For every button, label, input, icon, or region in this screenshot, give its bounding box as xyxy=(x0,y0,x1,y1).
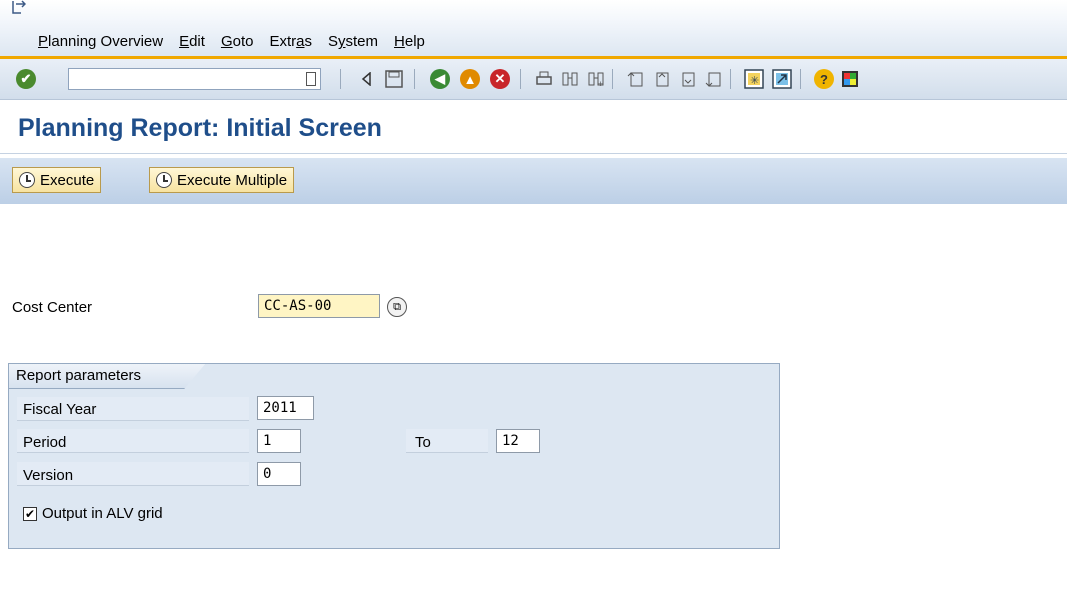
command-field[interactable] xyxy=(68,68,321,90)
enter-icon[interactable]: ✔ xyxy=(14,67,38,91)
exit-icon[interactable]: ▲ xyxy=(458,67,482,91)
help-icon[interactable]: ? xyxy=(812,67,836,91)
menu-help[interactable]: Help xyxy=(386,33,433,50)
execute-multiple-label: Execute Multiple xyxy=(177,171,288,189)
back-arrow-icon[interactable] xyxy=(354,67,378,91)
find-next-icon[interactable]: + xyxy=(584,67,608,91)
shortcut-icon[interactable] xyxy=(770,67,794,91)
execute-label: Execute xyxy=(40,171,95,189)
cancel-icon[interactable]: ✕ xyxy=(488,67,512,91)
back-icon[interactable]: ◀ xyxy=(428,67,452,91)
command-history-icon[interactable] xyxy=(306,72,316,86)
fiscal-year-label: Fiscal Year xyxy=(23,401,97,418)
execute-button[interactable]: Execute xyxy=(12,167,102,193)
menu-goto[interactable]: Goto xyxy=(213,33,262,50)
first-page-icon[interactable] xyxy=(624,67,648,91)
layout-menu-icon[interactable] xyxy=(838,67,862,91)
group-title: Report parameters xyxy=(8,363,206,389)
period-to-input[interactable]: 12 xyxy=(496,429,540,453)
toolbar-separator xyxy=(340,69,341,89)
title-divider xyxy=(0,153,1067,154)
alv-output-checkbox[interactable]: ✔ xyxy=(23,506,37,521)
fiscal-year-input[interactable]: 2011 xyxy=(257,396,314,420)
alv-output-option: ✔ Output in ALV grid xyxy=(23,505,163,522)
print-icon[interactable] xyxy=(532,67,556,91)
period-from-input[interactable]: 1 xyxy=(257,429,301,453)
cost-center-input[interactable]: CC-AS-00 xyxy=(258,294,380,318)
cost-center-label: Cost Center xyxy=(12,299,93,316)
next-page-icon[interactable] xyxy=(676,67,700,91)
match-code-icon[interactable]: ⧉ xyxy=(387,297,407,317)
toolbar-separator xyxy=(612,69,613,89)
save-icon[interactable] xyxy=(382,67,406,91)
version-label: Version xyxy=(23,467,74,484)
svg-text:+: + xyxy=(598,79,603,88)
menu-planning-overview[interactable]: Planning Overview xyxy=(30,33,171,50)
svg-text:✳: ✳ xyxy=(750,75,759,87)
execute-multiple-button[interactable]: Execute Multiple xyxy=(149,167,295,193)
toolbar-separator xyxy=(730,69,731,89)
menu-edit[interactable]: Edit xyxy=(171,33,213,50)
menu-entry-icon[interactable] xyxy=(12,0,27,14)
standard-toolbar: ✔ ◀ ▲ ✕ + ✳ ? xyxy=(0,59,1067,100)
page-title: Planning Report: Initial Screen xyxy=(18,114,382,142)
toolbar-separator xyxy=(414,69,415,89)
toolbar-separator xyxy=(800,69,801,89)
previous-page-icon[interactable] xyxy=(650,67,674,91)
menu-bar: Planning Overview Edit Goto Extras Syste… xyxy=(0,0,1067,59)
application-toolbar: Execute Execute Multiple xyxy=(0,158,1067,204)
alv-output-label: Output in ALV grid xyxy=(42,505,163,522)
execute-icon xyxy=(19,172,35,188)
find-icon[interactable] xyxy=(558,67,582,91)
menu-list: Planning Overview Edit Goto Extras Syste… xyxy=(30,33,433,50)
execute-icon xyxy=(156,172,172,188)
version-input[interactable]: 0 xyxy=(257,462,301,486)
menu-system[interactable]: System xyxy=(320,33,386,50)
create-session-icon[interactable]: ✳ xyxy=(742,67,766,91)
last-page-icon[interactable] xyxy=(702,67,726,91)
period-to-label: To xyxy=(415,434,431,451)
period-label: Period xyxy=(23,434,67,451)
menu-extras[interactable]: Extras xyxy=(261,33,320,50)
toolbar-separator xyxy=(520,69,521,89)
